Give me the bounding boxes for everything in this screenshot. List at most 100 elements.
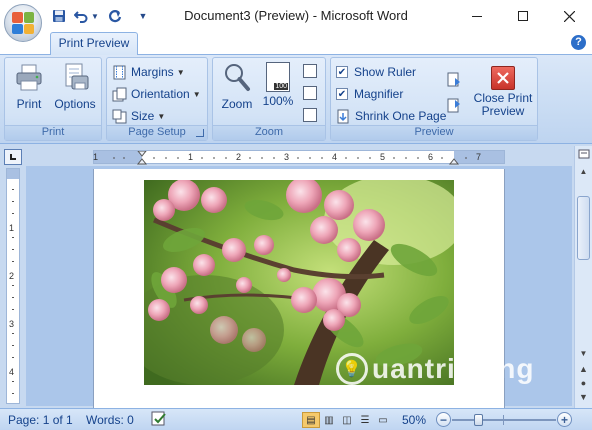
minimize-button[interactable]	[454, 0, 500, 32]
next-page-icon[interactable]	[447, 72, 461, 88]
horizontal-ruler[interactable]: 1 1 2 3 4 5 6 7	[93, 150, 505, 165]
orientation-icon	[112, 87, 127, 102]
print-button[interactable]: Print	[11, 62, 47, 111]
preview-group: ✔ Show Ruler ✔ Magnifier Shrink One Page	[330, 57, 538, 141]
ruler-ticks	[113, 151, 467, 165]
page-setup-group: Margins ▼ Orientation ▼ Size ▼ Page Setup	[106, 57, 208, 141]
zoom-out-label: −	[439, 412, 447, 427]
next-page-arrow-icon[interactable]: ▼	[575, 390, 592, 404]
show-ruler-check-icon: ✔	[336, 66, 348, 78]
shrink-page-icon	[336, 109, 351, 124]
select-browse-object-icon[interactable]: ●	[575, 376, 592, 390]
zoom-100-label: 100%	[262, 94, 294, 108]
ruler-label: 5	[380, 152, 386, 162]
magnifier-check-icon: ✔	[336, 88, 348, 100]
zoom-slider-track[interactable]	[452, 419, 556, 421]
orientation-label: Orientation	[131, 87, 190, 101]
vertical-ruler[interactable]: 1 2 3 4	[6, 168, 20, 404]
zoom-in-button[interactable]: +	[557, 412, 572, 427]
maximize-button[interactable]	[500, 0, 546, 32]
page-100-icon-text: 100	[274, 83, 288, 90]
vruler-label: 4	[9, 367, 15, 377]
previous-page-arrow-icon[interactable]: ▲	[575, 362, 592, 376]
magnifier-icon	[225, 64, 250, 91]
show-ruler-checkbox[interactable]: ✔ Show Ruler	[336, 62, 416, 82]
ruler-label: 6	[428, 152, 434, 162]
margins-dropdown-icon: ▼	[176, 67, 185, 77]
minimize-icon	[472, 15, 482, 17]
print-group-label: Print	[5, 125, 101, 140]
title-bar: ▼ ▼ Document3 (Preview) - Microsoft Word	[0, 0, 592, 32]
zoom-slider-knob[interactable]	[474, 414, 483, 426]
margins-label: Margins	[131, 65, 174, 79]
page-setup-group-label: Page Setup	[107, 125, 207, 140]
scroll-up-icon[interactable]: ▲	[575, 164, 592, 178]
page-100-icon: 100	[266, 62, 290, 92]
print-label: Print	[16, 97, 42, 111]
outline-icon[interactable]: ☰	[356, 412, 374, 428]
tab-print-preview[interactable]: Print Preview	[50, 32, 138, 55]
close-print-preview-label: Close Print Preview	[473, 91, 533, 118]
ruler-label: 4	[332, 152, 338, 162]
preview-group-label: Preview	[331, 125, 537, 140]
full-screen-reading-icon[interactable]: ▥	[320, 412, 338, 428]
margins-icon	[112, 65, 127, 80]
maximize-icon	[518, 11, 528, 21]
office-logo-icon	[12, 12, 34, 34]
web-layout-icon[interactable]: ◫	[338, 412, 356, 428]
show-ruler-label: Show Ruler	[354, 65, 417, 79]
close-button[interactable]	[546, 0, 592, 32]
help-icon[interactable]: ?	[571, 35, 586, 50]
zoom-in-label: +	[560, 412, 568, 427]
proofing-icon[interactable]	[150, 411, 168, 430]
orientation-button[interactable]: Orientation ▼	[112, 84, 201, 104]
magnifier-checkbox[interactable]: ✔ Magnifier	[336, 84, 403, 104]
ruler-label: 7	[476, 152, 482, 162]
zoom-slider-center-mark	[503, 415, 504, 425]
ruler-label: 2	[236, 152, 242, 162]
ruler-label: 1	[93, 152, 99, 162]
office-button[interactable]	[4, 4, 42, 42]
word-window: ▼ ▼ Document3 (Preview) - Microsoft Word…	[0, 0, 592, 430]
close-print-preview-button[interactable]: Close Print Preview	[471, 62, 535, 118]
size-button[interactable]: Size ▼	[112, 106, 165, 126]
zoom-group-label: Zoom	[213, 125, 325, 140]
vruler-label: 1	[9, 223, 15, 233]
size-icon	[112, 109, 127, 124]
vertical-scrollbar[interactable]: ▲ ▼ ▲ ● ▼	[574, 146, 592, 408]
zoom-out-button[interactable]: −	[436, 412, 451, 427]
scrollbar-thumb[interactable]	[577, 196, 590, 260]
view-ruler-icon[interactable]	[575, 146, 592, 162]
two-pages-icon[interactable]	[303, 86, 317, 100]
page-count[interactable]: Page: 1 of 1	[8, 413, 73, 427]
options-button[interactable]: Options	[53, 62, 97, 111]
tab-selector-icon[interactable]	[4, 149, 22, 165]
ruler-label: 1	[188, 152, 194, 162]
previous-page-icon[interactable]	[447, 98, 461, 114]
close-icon	[563, 10, 575, 22]
word-count[interactable]: Words: 0	[86, 413, 134, 427]
margins-button[interactable]: Margins ▼	[112, 62, 185, 82]
scroll-down-icon[interactable]: ▼	[575, 346, 592, 360]
watermark-logo-icon: 💡	[336, 353, 368, 385]
page-width-icon[interactable]	[303, 108, 317, 122]
zoom-100-button[interactable]: 100 100%	[261, 62, 295, 108]
print-layout-icon[interactable]: ▤	[302, 412, 320, 428]
zoom-button[interactable]: Zoom	[217, 62, 257, 111]
options-icon	[65, 63, 89, 90]
options-label: Options	[54, 97, 96, 111]
magnifier-label: Magnifier	[354, 87, 404, 101]
shrink-one-page-label: Shrink One Page	[355, 109, 447, 123]
draft-icon[interactable]: ▭	[374, 412, 392, 428]
watermark-text: uantrimang	[372, 353, 535, 384]
ribbon: Print Options Print Margins ▼ Orientation…	[0, 54, 592, 144]
print-group: Print Options Print	[4, 57, 102, 141]
shrink-one-page-button[interactable]: Shrink One Page	[336, 106, 446, 126]
one-page-icon[interactable]	[303, 64, 317, 78]
zoom-label: Zoom	[221, 97, 253, 111]
ruler-label: 3	[284, 152, 290, 162]
dialog-launcher-icon[interactable]	[196, 129, 204, 137]
size-label: Size	[131, 109, 155, 123]
zoom-level[interactable]: 50%	[402, 413, 426, 427]
quantrimang-watermark: 💡 uantrimang	[336, 350, 534, 388]
